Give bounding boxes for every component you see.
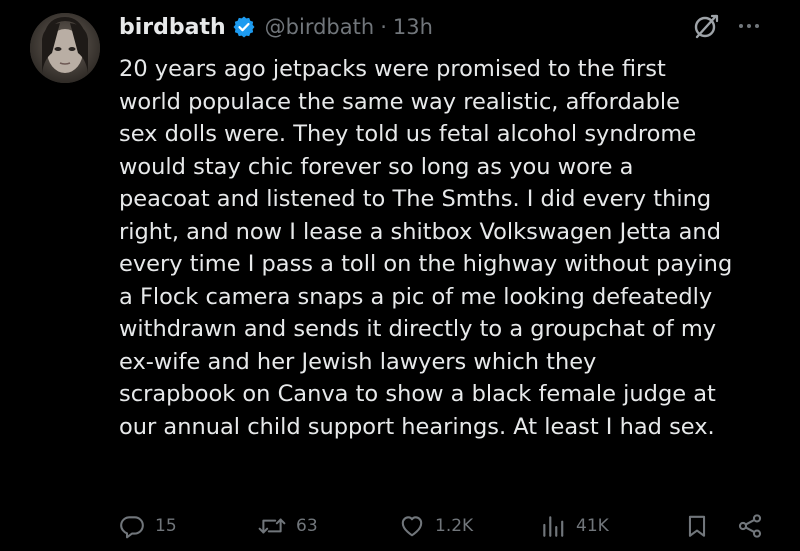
like-button[interactable]: 1.2K	[399, 510, 473, 542]
bookmark-icon	[684, 513, 710, 539]
share-button[interactable]	[736, 510, 764, 542]
views-icon	[540, 513, 566, 539]
reply-icon	[119, 513, 145, 539]
tweet-text-line: a Flock camera snaps a pic of me looking…	[119, 283, 713, 310]
verified-badge-icon[interactable]	[232, 15, 256, 39]
display-name[interactable]: birdbath	[119, 15, 226, 40]
bookmark-button[interactable]	[684, 510, 710, 542]
tweet-text: 20 years ago jetpacks were promised to t…	[119, 53, 784, 443]
grok-icon[interactable]	[692, 12, 720, 40]
like-count: 1.2K	[435, 516, 474, 536]
avatar[interactable]	[30, 13, 100, 83]
tweet-text-line: 20 years ago jetpacks were promised to t…	[119, 56, 666, 82]
repost-count: 63	[296, 516, 318, 536]
separator-dot: ·	[380, 15, 387, 39]
tweet-timestamp[interactable]: 13h	[393, 15, 433, 39]
reply-count: 15	[155, 516, 177, 536]
author-handle[interactable]: @birdbath	[265, 15, 375, 39]
more-icon[interactable]	[735, 18, 763, 34]
tweet-text-line: world populace the same way realistic, a…	[119, 88, 680, 115]
tweet-header: birdbath @birdbath · 13h	[119, 12, 433, 42]
tweet-text-line: would stay chic forever so long as you w…	[119, 153, 634, 180]
tweet-text-line: every time I pass a toll on the highway …	[119, 251, 733, 277]
tweet-text-line: peacoat and listened to The Smths. I did…	[119, 186, 712, 212]
views-count: 41K	[576, 516, 609, 536]
tweet-text-line: withdrawn and sends it directly to a gro…	[119, 316, 717, 342]
reply-button[interactable]: 15	[119, 510, 177, 542]
tweet-text-line: sex dolls were. They told us fetal alcoh…	[119, 121, 697, 147]
share-icon	[736, 512, 764, 540]
views-button[interactable]: 41K	[540, 510, 609, 542]
tweet-text-line: our annual child support hearings. At le…	[119, 413, 715, 440]
like-icon	[399, 513, 425, 539]
tweet-text-line: scrapbook on Canva to show a black femal…	[119, 381, 716, 407]
repost-button[interactable]: 63	[258, 510, 318, 542]
action-bar: 15 63 1.2K 41K	[0, 510, 800, 542]
tweet-text-line: right, and now I lease a shitbox Volkswa…	[119, 218, 721, 245]
tweet: birdbath @birdbath · 13h 20 years ago je…	[0, 0, 800, 551]
tweet-text-line: ex-wife and her Jewish lawyers which the…	[119, 348, 597, 375]
repost-icon	[258, 513, 286, 539]
